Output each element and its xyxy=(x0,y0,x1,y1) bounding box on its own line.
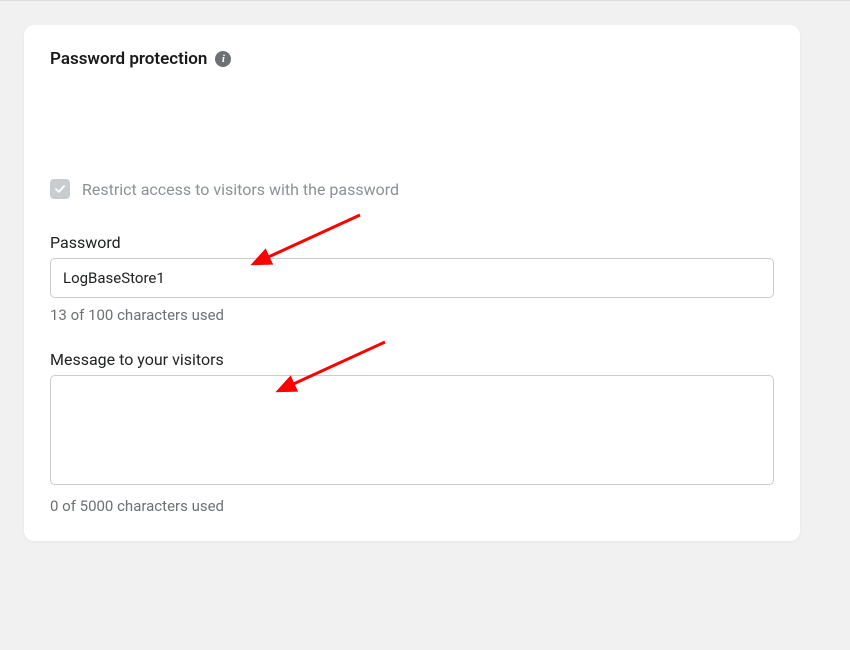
message-field-block: Message to your visitors 0 of 5000 chara… xyxy=(50,350,774,515)
checkmark-icon xyxy=(53,182,67,196)
password-field-block: Password 13 of 100 characters used xyxy=(50,233,774,324)
section-header: Password protection i xyxy=(50,49,774,69)
message-textarea[interactable] xyxy=(50,375,774,485)
info-icon[interactable]: i xyxy=(215,51,231,67)
password-helper: 13 of 100 characters used xyxy=(50,306,774,324)
message-label: Message to your visitors xyxy=(50,350,774,369)
settings-page: Password protection i Restrict access to… xyxy=(0,0,850,650)
restrict-access-checkbox[interactable] xyxy=(50,179,70,199)
restrict-access-label: Restrict access to visitors with the pas… xyxy=(82,180,399,199)
password-label: Password xyxy=(50,233,774,252)
password-protection-card: Password protection i Restrict access to… xyxy=(24,25,800,541)
restrict-access-row: Restrict access to visitors with the pas… xyxy=(50,179,774,199)
section-title: Password protection xyxy=(50,49,207,69)
message-helper: 0 of 5000 characters used xyxy=(50,497,774,515)
password-input[interactable] xyxy=(50,258,774,298)
